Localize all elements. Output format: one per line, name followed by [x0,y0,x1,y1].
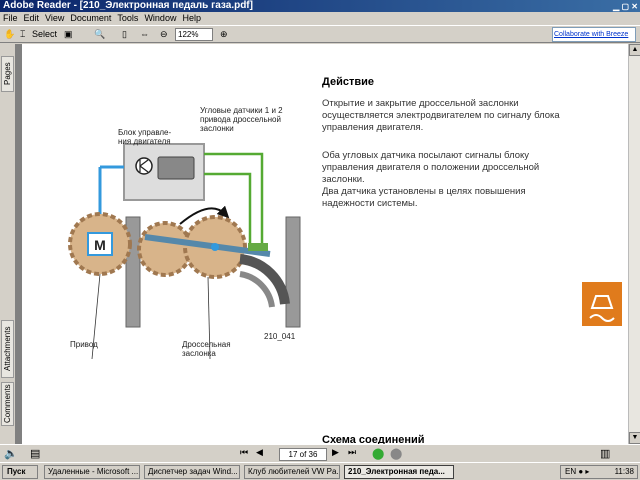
snapshot-icon[interactable]: ▣ [64,28,73,41]
throttle-label: Дроссельная заслонка [182,340,231,358]
collaborate-link[interactable]: Collaborate with Breeze [552,27,636,42]
zoom-out-icon[interactable]: ⊖ [160,28,168,41]
menu-file[interactable]: File [0,12,21,25]
menu-window[interactable]: Window [141,12,179,25]
sensors-label: Угловые датчики 1 и 2 привода дроссельно… [200,106,283,133]
select-tool-icon[interactable]: ⌶ [20,28,25,41]
ecu-symbol-icon [135,157,153,175]
task-item[interactable]: Клуб любителей VW Pa... [244,465,340,479]
zoom-input[interactable]: 122% [175,28,213,41]
first-page-icon[interactable]: ⏮ [240,447,248,458]
fit-page-icon[interactable]: ⇔ [140,28,149,41]
menu-document[interactable]: Document [67,12,114,25]
housing-right [285,216,301,328]
paragraph-2: Оба угловых датчика посылают сигналы бло… [322,150,540,209]
window-title-bar: Adobe Reader - [210_Электронная педаль г… [0,0,640,12]
window-title: Adobe Reader - [210_Электронная педаль г… [3,0,253,11]
back-icon[interactable]: ⬤ [372,447,384,460]
task-item[interactable]: Диспетчер задач Wind... [144,465,240,479]
motor-letter: M [94,237,106,253]
scroll-down-icon[interactable]: ▼ [629,432,640,444]
ecu-module-icon [157,156,195,180]
pdf-page: M Угловые датчики 1 и 2 привода дроссель… [22,44,628,446]
document-area[interactable]: M Угловые датчики 1 и 2 привода дроссель… [16,44,628,446]
vertical-scrollbar[interactable]: ▲ ▼ [628,44,640,444]
orange-section-tab[interactable] [582,282,622,326]
hand-tool-icon[interactable]: ✋ [4,28,15,41]
clock: 11:38 [614,467,634,476]
taskbar: Пуск Удаленные - Microsoft ... Диспетчер… [0,462,640,480]
task-item-active[interactable]: 210_Электронная педа... [344,465,454,479]
toolbar: ✋ ⌶ Select ▣ 🔍 ▯ ⇔ ⊖ 122% ⊕ Collaborate … [0,25,640,43]
drive-label: Привод [70,340,98,349]
figure-id: 210_041 [264,332,296,341]
road-slippery-icon [589,295,615,322]
menu-tools[interactable]: Tools [114,12,141,25]
menu-view[interactable]: View [42,12,67,25]
start-button[interactable]: Пуск [2,465,38,479]
status-bar: 🔈 ▤ ⏮ ◀ 17 of 36 ▶ ⏭ ⬤ ⬤ ▥ [0,444,640,462]
prev-page-icon[interactable]: ◀ [256,447,263,458]
tab-attachments[interactable]: Attachments [1,320,14,378]
scroll-up-icon[interactable]: ▲ [629,44,640,56]
navigation-pane: Pages Attachments Comments [0,44,16,444]
page-number-input[interactable]: 17 of 36 [279,448,327,461]
tray-icons[interactable]: EN ● ▸ [565,466,589,478]
sound-icon[interactable]: 🔈 [4,447,18,460]
save-icon[interactable]: ▤ [30,447,40,460]
menu-edit[interactable]: Edit [21,12,43,25]
zoom-increase-icon[interactable]: ⊕ [220,28,228,41]
zoom-in-icon[interactable]: 🔍 [94,28,105,41]
last-page-icon[interactable]: ⏭ [348,447,356,458]
menu-bar: File Edit View Document Tools Window Help [0,12,640,25]
actual-size-icon[interactable]: ▯ [122,28,127,41]
ecu-label: Блок управле- ния двигателя [118,128,172,146]
system-tray: EN ● ▸ 11:38 [560,465,638,479]
paragraph-1: Открытие и закрытие дроссельной заслонки… [322,98,560,133]
layout-icon[interactable]: ▥ [600,447,610,460]
task-item[interactable]: Удаленные - Microsoft ... [44,465,140,479]
sensor-track [239,254,290,305]
tab-comments[interactable]: Comments [1,382,14,426]
heading-action: Действие [322,76,374,88]
menu-help[interactable]: Help [179,12,204,25]
forward-icon[interactable]: ⬤ [390,447,402,460]
next-page-icon[interactable]: ▶ [332,447,339,458]
tab-pages[interactable]: Pages [1,56,14,92]
select-tool-label[interactable]: Select [32,28,57,41]
